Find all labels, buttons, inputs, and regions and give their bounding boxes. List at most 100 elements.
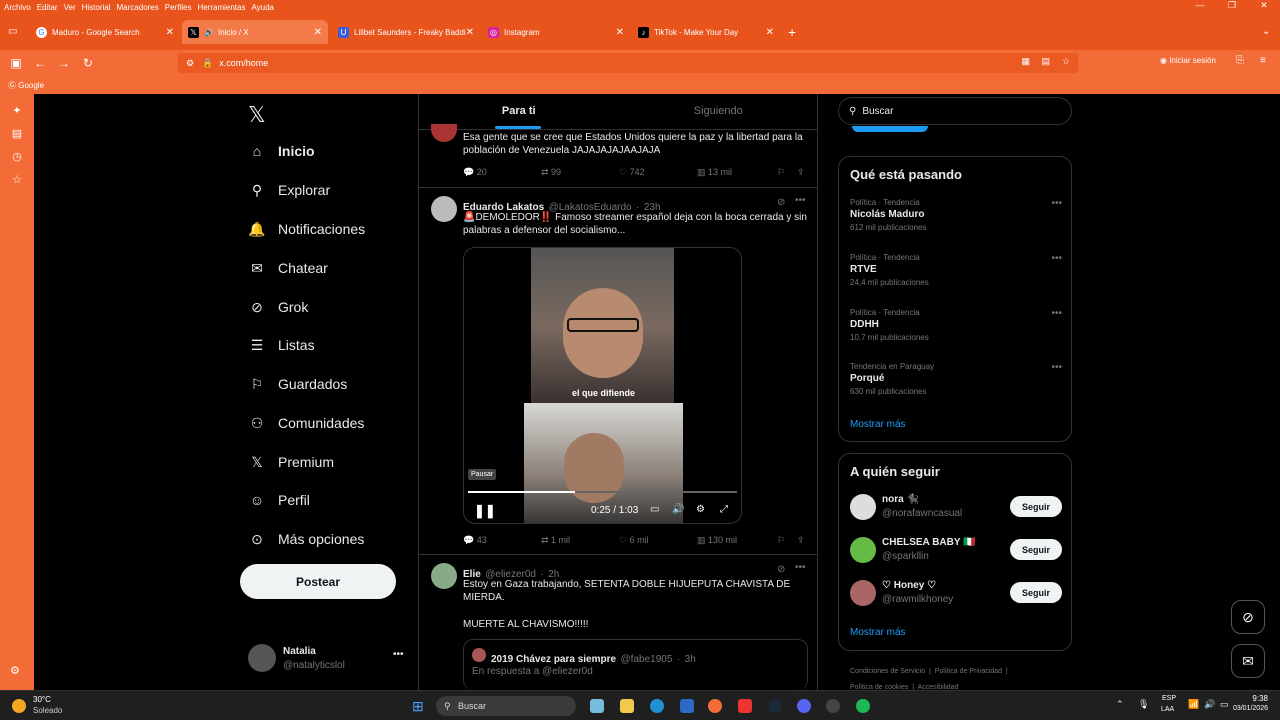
reply-button[interactable]: 💬 43 [463,535,541,546]
more-dots-icon[interactable]: ••• [795,195,806,206]
nav-chatear[interactable]: ✉ Chatear [248,259,328,277]
video-progress-track[interactable] [468,491,737,493]
file-explorer-icon[interactable] [620,699,634,713]
close-tab-icon[interactable]: ✕ [314,27,322,38]
maximize-icon[interactable]: ❐ [1216,0,1248,14]
taskbar-search[interactable]: ⚲ Buscar [436,696,576,716]
keyboard-layout[interactable]: LAA [1161,706,1174,713]
reply-button[interactable]: 💬 20 [463,167,541,178]
trend-item[interactable]: Tendencia en Paraguay Porqué 630 mil pub… [850,362,1062,396]
post-button[interactable]: Postear [240,564,396,599]
trend-item[interactable]: Política · Tendencia Nicolás Maduro 612 … [850,198,1062,232]
share-icon[interactable]: ⇪ [797,167,805,178]
browser-icon[interactable] [708,699,722,713]
page-info-icon[interactable]: ⚙ [186,58,194,69]
footer-link[interactable]: Política de Privacidad [935,668,1002,675]
sidebar-toggle-icon[interactable]: ▣ [4,56,28,70]
wifi-icon[interactable]: 📶 [1188,699,1199,710]
signin-button[interactable]: ◉ Iniciar sesión [1160,56,1216,65]
tab-instagram[interactable]: ◎ Instagram ✕ [482,20,630,44]
github-icon[interactable] [826,699,840,713]
nav-mas-opciones[interactable]: ⊙ Más opciones [248,530,364,548]
settings-gear-icon[interactable]: ⚙ [696,504,705,515]
menu-marcadores[interactable]: Marcadores [117,3,159,12]
menu-editar[interactable]: Editar [37,3,58,12]
menu-historial[interactable]: Historial [82,3,111,12]
discord-icon[interactable] [797,699,811,713]
views-button[interactable]: ▥ 13 mil [697,167,777,178]
reader-icon[interactable]: ▤ [1041,56,1050,67]
fullscreen-icon[interactable]: ⤢ [720,504,728,515]
menu-icon[interactable]: ≡ [1260,55,1266,66]
weather-temp[interactable]: 30°C [33,695,51,704]
account-switcher[interactable]: Natalia @natalyticslol ••• [248,644,408,674]
trend-item[interactable]: Política · Tendencia RTVE 24,4 mil publi… [850,253,1062,287]
bookmark-icon[interactable]: ⚐ [777,535,797,546]
follow-suggestion[interactable]: nora 🐈‍⬛ @norafawncasual Seguir [850,492,1062,526]
clock-time[interactable]: 9:38 [1236,694,1268,703]
tab-tiktok[interactable]: ♪ TikTok - Make Your Day ✕ [632,20,780,44]
nav-guardados[interactable]: ⚐ Guardados [248,375,348,393]
more-dots-icon[interactable]: ••• [1051,198,1062,209]
tray-chevron-icon[interactable]: ⌃ [1116,699,1124,710]
more-dots-icon[interactable]: ••• [1051,253,1062,264]
weather-desc[interactable]: Soleado [33,706,62,715]
more-dots-icon[interactable]: ••• [795,562,806,573]
youtube-icon[interactable] [738,699,752,713]
more-dots-icon[interactable]: ••• [1051,308,1062,319]
nav-grok[interactable]: ⊘ Grok [248,298,308,316]
close-tab-icon[interactable]: ✕ [466,27,474,38]
clock-date[interactable]: 03/01/2026 [1224,705,1268,712]
tweet[interactable]: Esa gente que se cree que Estados Unidos… [419,124,818,188]
star-icon[interactable]: ☆ [1062,56,1070,67]
show-more-link[interactable]: Mostrar más [850,419,906,430]
pause-icon[interactable]: ❚❚ [474,503,496,519]
search-input[interactable]: ⚲ Buscar [838,97,1072,125]
grok-float-icon[interactable]: ⊘ [1231,600,1265,634]
tab-siguiendo[interactable]: Siguiendo [619,94,819,129]
forward-icon[interactable]: → [52,56,76,70]
history-icon[interactable]: ◷ [0,150,34,163]
close-tab-icon[interactable]: ✕ [766,27,774,38]
tab-list-icon[interactable]: ▭ [8,26,17,37]
like-button[interactable]: ♡ 742 [619,167,697,178]
menu-archivo[interactable]: Archivo [4,3,31,12]
views-button[interactable]: ▥ 130 mil [697,535,777,546]
nav-explorar[interactable]: ⚲ Explorar [248,181,330,199]
menu-perfiles[interactable]: Perfiles [165,3,192,12]
captions-icon[interactable]: ▭ [650,504,659,515]
video-player[interactable]: el que difiende Pausar ❚❚ 0:25 / 1:03 ▭ … [463,247,742,524]
x-logo-icon[interactable]: 𝕏 [248,102,266,128]
follow-button[interactable]: Seguir [1010,539,1062,560]
show-more-link[interactable]: Mostrar más [850,627,906,638]
reload-icon[interactable]: ↻ [76,56,100,70]
repost-button[interactable]: ⇄ 99 [541,167,619,178]
favorites-icon[interactable]: ☆ [0,173,34,186]
ai-icon[interactable]: ✦ [0,104,34,117]
share-icon[interactable]: ⇪ [797,535,805,546]
nav-listas[interactable]: ☰ Listas [248,336,315,354]
quoted-tweet[interactable]: 2019 Chávez para siempre @fabe1905 · 3h … [463,639,808,690]
repost-button[interactable]: ⇄ 1 mil [541,535,619,546]
tweet[interactable]: Elie @eliezer0d · 2h ⊘ ••• Estoy en Gaza… [419,555,818,690]
messages-float-icon[interactable]: ✉ [1231,644,1265,678]
close-tab-icon[interactable]: ✕ [166,27,174,38]
more-dots-icon[interactable]: ••• [1051,362,1062,373]
follow-button[interactable]: Seguir [1010,582,1062,603]
address-bar[interactable]: ⚙ 🔒 x.com/home ☆ ▤ ▦ [178,53,1078,73]
nav-premium[interactable]: 𝕏 Premium [248,453,334,471]
steam-icon[interactable] [768,699,782,713]
minimize-icon[interactable]: — [1184,0,1216,14]
tab-google[interactable]: G Maduro - Google Search ✕ [30,20,180,44]
windows-start-icon[interactable]: ⊞ [412,698,424,715]
trend-item[interactable]: Política · Tendencia DDHH 10,7 mil publi… [850,308,1062,342]
spotify-icon[interactable] [856,699,870,713]
new-tab-icon[interactable]: + [788,24,796,40]
language-indicator[interactable]: ESP [1162,695,1176,702]
nav-notificaciones[interactable]: 🔔 Notificaciones [248,220,365,238]
chevron-down-icon[interactable]: ⌄ [1262,26,1270,37]
volume-icon[interactable]: 🔊 [672,504,684,515]
speaker-icon[interactable]: 🔊 [204,28,214,37]
tab-x[interactable]: 𝕏 🔊 Inicio / X ✕ [182,20,328,44]
tweet[interactable]: Eduardo Lakatos @LakatosEduardo · 23h ⊘ … [419,188,818,555]
